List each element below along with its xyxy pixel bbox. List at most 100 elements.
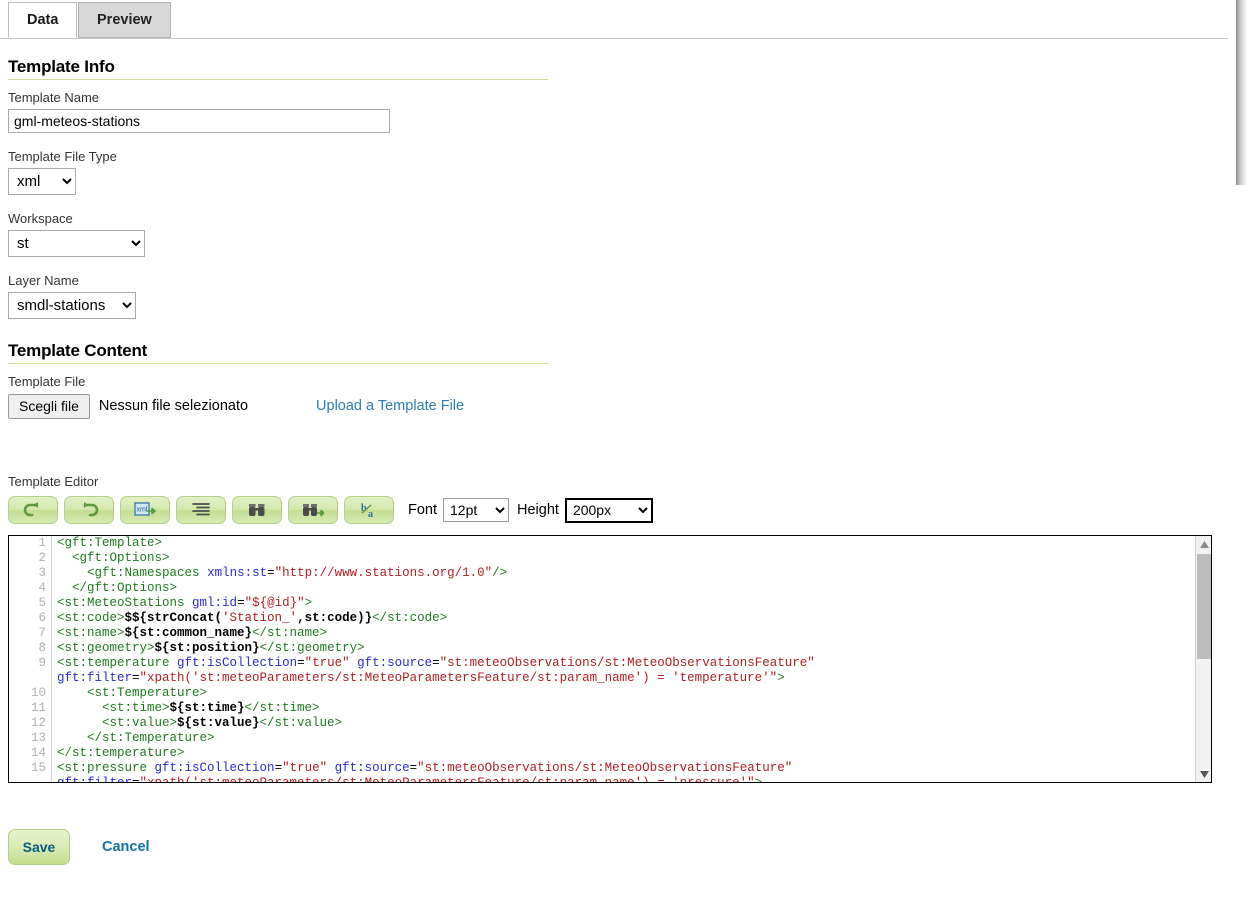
editor-line-number: 10 <box>9 686 51 701</box>
editor-code-line: <gft:Namespaces xmlns:st="http://www.sta… <box>57 566 1194 581</box>
editor-code-visual-row: <st:code>$${strConcat('Station_',st:code… <box>57 611 1194 626</box>
editor-code-visual-row: <st:Temperature> <box>57 686 1194 701</box>
editor-line-number: 13 <box>9 731 51 746</box>
editor-line-number: 1 <box>9 536 51 551</box>
workspace-select[interactable]: st <box>8 230 145 257</box>
tab-bar: Data Preview <box>0 0 1228 39</box>
layer-name-select[interactable]: smdl-stations <box>8 292 136 319</box>
editor-code-visual-row: <gft:Namespaces xmlns:st="http://www.sta… <box>57 566 1194 581</box>
save-button[interactable]: Save <box>8 829 70 865</box>
editor-code-line: <st:Temperature> <box>57 686 1194 701</box>
template-name-input[interactable] <box>8 109 390 133</box>
format-indent-button[interactable] <box>176 496 226 524</box>
editor-scrollbar-thumb[interactable] <box>1197 554 1211 659</box>
label-template-file-type: Template File Type <box>8 149 1220 164</box>
format-indent-icon <box>191 502 211 518</box>
svg-text:xml: xml <box>137 507 148 514</box>
editor-code-visual-row: <st:time>${st:time}</st:time> <box>57 701 1194 716</box>
template-code-editor[interactable]: 123456789101112131415 <gft:Template> <gf… <box>8 535 1212 783</box>
editor-line-number: 4 <box>9 581 51 596</box>
redo-icon <box>79 501 99 519</box>
svg-text:a: a <box>368 509 373 519</box>
page-root: Data Preview Template Info Template Name… <box>0 0 1228 899</box>
editor-code-visual-row: <st:value>${st:value}</st:value> <box>57 716 1194 731</box>
label-layer-name: Layer Name <box>8 273 1220 288</box>
editor-code-line: <gft:Template> <box>57 536 1194 551</box>
redo-button[interactable] <box>64 496 114 524</box>
editor-code-visual-row: <st:name>${st:common_name}</st:name> <box>57 626 1194 641</box>
form-actions: Save Cancel <box>0 829 1228 865</box>
editor-line-number: 5 <box>9 596 51 611</box>
editor-code-visual-row: </st:Temperature> <box>57 731 1194 746</box>
tab-preview-label: Preview <box>97 12 152 28</box>
upload-template-file-link[interactable]: Upload a Template File <box>316 398 464 414</box>
choose-file-button[interactable]: Scegli file <box>8 394 90 419</box>
height-label: Height <box>517 502 559 518</box>
editor-toolbar: xml <box>8 495 1220 525</box>
editor-line-number: 3 <box>9 566 51 581</box>
editor-code-line: </gft:Options> <box>57 581 1194 596</box>
scroll-down-arrow-icon[interactable] <box>1196 766 1212 782</box>
section-rule-template-info <box>8 79 548 80</box>
editor-code-line: </st:temperature> <box>57 746 1194 761</box>
undo-icon <box>23 501 43 519</box>
tab-data[interactable]: Data <box>8 2 77 38</box>
template-form: Template Info Template Name Template Fil… <box>0 39 1228 783</box>
editor-code-visual-row: </st:temperature> <box>57 746 1194 761</box>
page-scrollbar-thumb[interactable] <box>1236 0 1247 185</box>
find-replace-button[interactable] <box>288 496 338 524</box>
editor-code-line: <st:temperature gft:isCollection="true" … <box>57 656 1194 686</box>
editor-code-line: <st:value>${st:value}</st:value> <box>57 716 1194 731</box>
editor-code-line: <st:geometry>${st:position}</st:geometry… <box>57 641 1194 656</box>
editor-code-visual-row: </gft:Options> <box>57 581 1194 596</box>
editor-line-number-gutter: 123456789101112131415 <box>9 536 52 782</box>
find-replace-icon <box>302 502 324 518</box>
editor-code-line: <st:pressure gft:isCollection="true" gft… <box>57 761 1194 782</box>
font-size-select[interactable]: 12pt <box>443 498 509 522</box>
selected-file-name: Nessun file selezionato <box>99 398 248 414</box>
editor-line-number: 2 <box>9 551 51 566</box>
editor-height-select[interactable]: 200px <box>565 498 653 523</box>
editor-code-visual-row: gft:filter="xpath('st:meteoParameters/st… <box>57 776 1194 782</box>
tab-preview[interactable]: Preview <box>78 2 171 38</box>
editor-code-line: <gft:Options> <box>57 551 1194 566</box>
editor-code-line: <st:MeteoStations gml:id="${@id}"> <box>57 596 1194 611</box>
label-template-name: Template Name <box>8 90 1220 105</box>
editor-line-number: 15 <box>9 761 51 776</box>
editor-code-line: <st:name>${st:common_name}</st:name> <box>57 626 1194 641</box>
editor-code-visual-row: <st:geometry>${st:position}</st:geometry… <box>57 641 1194 656</box>
insert-image-icon: xml <box>134 501 156 519</box>
scroll-up-arrow-icon[interactable] <box>1196 536 1212 552</box>
editor-code-line: </st:Temperature> <box>57 731 1194 746</box>
template-file-type-select[interactable]: xml <box>8 168 76 195</box>
editor-line-number: 9 <box>9 656 51 671</box>
editor-line-number: 6 <box>9 611 51 626</box>
toggle-case-button[interactable]: b a <box>344 496 394 524</box>
editor-line-number: 8 <box>9 641 51 656</box>
editor-code-line: <st:time>${st:time}</st:time> <box>57 701 1194 716</box>
section-title-template-info: Template Info <box>8 57 1220 79</box>
editor-code-line: <st:code>$${strConcat('Station_',st:code… <box>57 611 1194 626</box>
editor-code-visual-row: <gft:Template> <box>57 536 1194 551</box>
editor-code-visual-row: <st:MeteoStations gml:id="${@id}"> <box>57 596 1194 611</box>
label-template-editor: Template Editor <box>8 474 1220 489</box>
page-scrollbar-track[interactable] <box>1235 0 1247 899</box>
toggle-case-icon: b a <box>358 502 380 519</box>
find-icon <box>247 502 267 518</box>
editor-code-area[interactable]: <gft:Template> <gft:Options> <gft:Namesp… <box>53 536 1194 782</box>
editor-line-number: 14 <box>9 746 51 761</box>
insert-image-button[interactable]: xml <box>120 496 170 524</box>
find-button[interactable] <box>232 496 282 524</box>
editor-code-visual-row: <st:pressure gft:isCollection="true" gft… <box>57 761 1194 776</box>
template-file-row: Scegli file Nessun file selezionato Uplo… <box>8 393 1220 419</box>
cancel-link[interactable]: Cancel <box>102 839 150 855</box>
editor-line-number: 11 <box>9 701 51 716</box>
page-scrollbar[interactable] <box>1232 0 1248 899</box>
editor-line-number: 7 <box>9 626 51 641</box>
undo-button[interactable] <box>8 496 58 524</box>
editor-line-number <box>9 671 51 686</box>
editor-code-visual-row: <gft:Options> <box>57 551 1194 566</box>
tab-data-label: Data <box>27 12 58 28</box>
editor-scrollbar[interactable] <box>1195 536 1211 782</box>
font-label: Font <box>408 502 437 518</box>
